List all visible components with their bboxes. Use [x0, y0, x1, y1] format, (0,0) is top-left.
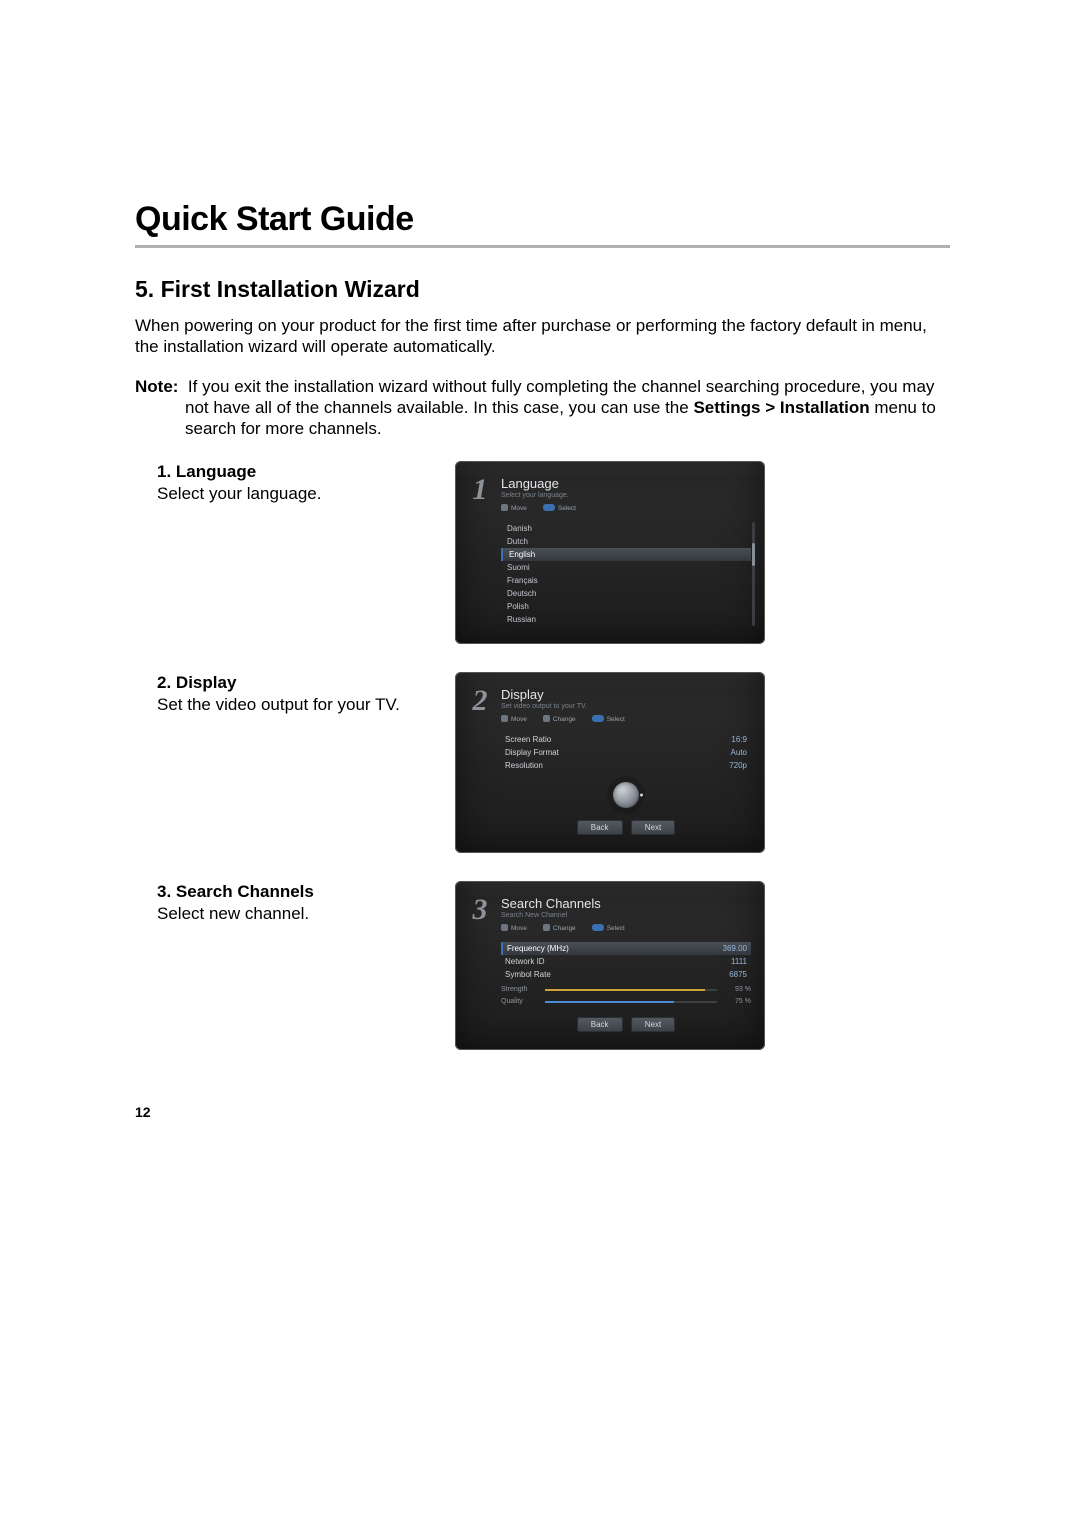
- setting-row-selected[interactable]: Frequency (MHz) 369.00: [501, 942, 751, 955]
- setting-key: Screen Ratio: [505, 735, 551, 744]
- step-3-desc: Select new channel.: [157, 904, 309, 923]
- setting-value: 369.00: [723, 944, 747, 953]
- dial-icon: [613, 782, 639, 808]
- quality-meter: [545, 1001, 717, 1003]
- setting-key: Frequency (MHz): [507, 944, 569, 953]
- note-label: Note:: [135, 377, 178, 396]
- back-button[interactable]: Back: [577, 820, 623, 835]
- step-1-title: Language: [176, 462, 256, 481]
- setting-row[interactable]: Screen Ratio 16:9: [501, 733, 751, 746]
- step-1: 1. Language Select your language. 1 Lang…: [135, 461, 950, 644]
- setting-key: Resolution: [505, 761, 543, 770]
- step-2-text: 2. Display Set the video output for your…: [135, 672, 455, 715]
- wizard-step-number: 2: [469, 688, 491, 714]
- note-bold: Settings > Installation: [693, 398, 869, 417]
- setting-row[interactable]: Resolution 720p: [501, 759, 751, 772]
- wizard-subtitle: Set video output to your TV.: [501, 703, 625, 710]
- lang-option[interactable]: Russian: [501, 613, 751, 626]
- signal-strength-row: Strength 93 %: [501, 986, 751, 993]
- step-2: 2. Display Set the video output for your…: [135, 672, 950, 853]
- setting-value: 1111: [731, 957, 747, 966]
- lang-option[interactable]: Polish: [501, 600, 751, 613]
- page-number: 12: [135, 1104, 151, 1120]
- setting-value: 720p: [729, 761, 747, 770]
- wizard-step-number: 1: [469, 477, 491, 503]
- lang-option[interactable]: Suomi: [501, 561, 751, 574]
- wizard-title: Language: [501, 477, 576, 490]
- divider: [135, 245, 950, 248]
- step-3-text: 3. Search Channels Select new channel.: [135, 881, 455, 924]
- wizard-title: Display: [501, 688, 625, 701]
- wizard-hints: Move Select: [501, 503, 576, 512]
- setting-value: 6875: [729, 970, 747, 979]
- hint-move: Move: [501, 503, 527, 512]
- page-title: Quick Start Guide: [135, 200, 950, 239]
- wizard-title: Search Channels: [501, 897, 625, 910]
- step-1-desc: Select your language.: [157, 484, 321, 503]
- lang-option-selected[interactable]: English: [501, 548, 751, 561]
- next-button[interactable]: Next: [631, 1017, 675, 1032]
- wizard-hints: Move Change Select: [501, 714, 625, 723]
- scrollbar[interactable]: [752, 522, 755, 626]
- wizard-subtitle: Select your language.: [501, 492, 576, 499]
- setting-key: Symbol Rate: [505, 970, 551, 979]
- strength-value: 93 %: [723, 986, 751, 993]
- quality-value: 75 %: [723, 998, 751, 1005]
- hint-change: Change: [543, 923, 576, 932]
- screenshot-language: 1 Language Select your language. Move Se…: [455, 461, 765, 644]
- wizard-step-number: 3: [469, 897, 491, 923]
- setting-row[interactable]: Symbol Rate 6875: [501, 968, 751, 981]
- strength-label: Strength: [501, 986, 539, 993]
- step-2-num: 2.: [157, 673, 171, 692]
- step-1-num: 1.: [157, 462, 171, 481]
- hint-select: Select: [543, 503, 576, 512]
- hint-change: Change: [543, 714, 576, 723]
- screenshot-display: 2 Display Set video output to your TV. M…: [455, 672, 765, 853]
- screenshot-search: 3 Search Channels Search New Channel Mov…: [455, 881, 765, 1050]
- wizard-subtitle: Search New Channel: [501, 912, 625, 919]
- setting-key: Display Format: [505, 748, 559, 757]
- setting-value: 16:9: [731, 735, 747, 744]
- step-3-title: Search Channels: [176, 882, 314, 901]
- step-3-num: 3.: [157, 882, 171, 901]
- hint-move: Move: [501, 923, 527, 932]
- next-button[interactable]: Next: [631, 820, 675, 835]
- setting-row[interactable]: Network ID 1111: [501, 955, 751, 968]
- intro-text: When powering on your product for the fi…: [135, 315, 950, 358]
- lang-option[interactable]: Dutch: [501, 535, 751, 548]
- hint-select: Select: [592, 714, 625, 723]
- setting-value: Auto: [731, 748, 747, 757]
- step-3: 3. Search Channels Select new channel. 3…: [135, 881, 950, 1050]
- lang-option[interactable]: Français: [501, 574, 751, 587]
- hint-move: Move: [501, 714, 527, 723]
- setting-key: Network ID: [505, 957, 545, 966]
- signal-quality-row: Quality 75 %: [501, 998, 751, 1005]
- hint-select: Select: [592, 923, 625, 932]
- note-text: Note: If you exit the installation wizar…: [135, 376, 950, 440]
- lang-option[interactable]: Deutsch: [501, 587, 751, 600]
- step-2-desc: Set the video output for your TV.: [157, 695, 400, 714]
- lang-option[interactable]: Danish: [501, 522, 751, 535]
- quality-label: Quality: [501, 998, 539, 1005]
- back-button[interactable]: Back: [577, 1017, 623, 1032]
- step-1-text: 1. Language Select your language.: [135, 461, 455, 504]
- strength-meter: [545, 989, 717, 991]
- section-heading: 5. First Installation Wizard: [135, 276, 950, 303]
- wizard-hints: Move Change Select: [501, 923, 625, 932]
- setting-row[interactable]: Display Format Auto: [501, 746, 751, 759]
- step-2-title: Display: [176, 673, 236, 692]
